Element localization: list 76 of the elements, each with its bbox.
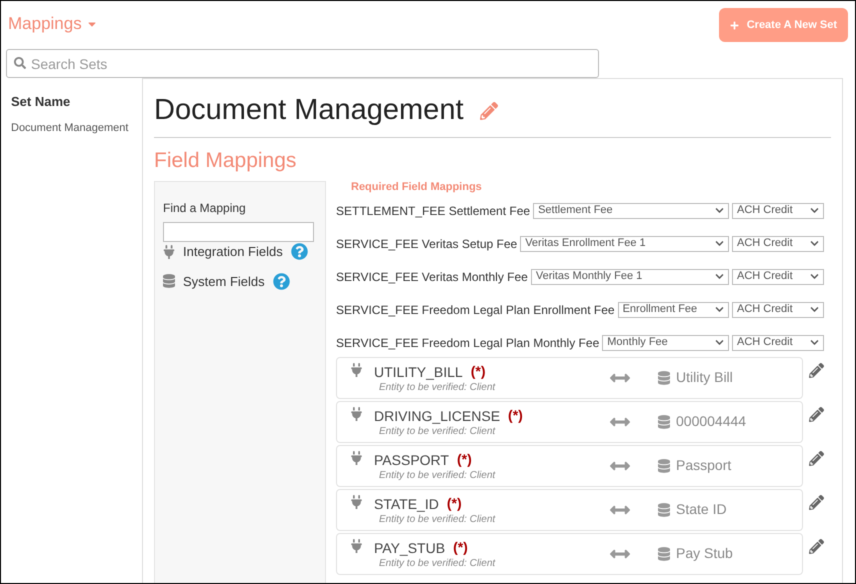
entity-note: Entity to be verified: Client [379, 514, 496, 526]
database-icon [658, 458, 670, 472]
chevron-icon [715, 338, 724, 347]
chevron-icon [810, 206, 819, 215]
required-mark: (*) [453, 538, 468, 557]
dropdown[interactable]: Veritas Enrollment Fee 1 [520, 236, 729, 252]
field-name: PAY_STUB [374, 538, 446, 556]
search-icon [14, 57, 26, 69]
dropdown[interactable]: ACH Credit [732, 268, 824, 284]
chevron-icon [810, 305, 819, 314]
dropdown[interactable]: Veritas Monthly Fee 1 [530, 268, 729, 284]
legend-label: System Fields [183, 272, 265, 291]
chevron-icon [715, 272, 724, 281]
plug-icon [351, 363, 362, 377]
target-field: Utility Bill [676, 367, 733, 388]
entity-note: Entity to be verified: Client [379, 382, 496, 394]
chevron-icon [810, 239, 819, 248]
search-field[interactable]: Search Sets [6, 49, 599, 78]
required-mark: (*) [508, 406, 523, 425]
dropdown[interactable]: ACH Credit [732, 334, 824, 350]
target-field: 000004444 [676, 411, 746, 432]
database-icon [658, 546, 670, 560]
fee-label: SERVICE_FEE Veritas Monthly Fee [336, 268, 528, 286]
help-icon[interactable] [272, 272, 290, 290]
plug-icon [351, 407, 362, 421]
target-field: State ID [676, 499, 727, 520]
target-field: Passport [676, 455, 732, 476]
fee-label: SETTLEMENT_FEE Settlement Fee [336, 202, 530, 220]
help-icon[interactable] [290, 243, 308, 260]
target-field: Pay Stub [676, 543, 733, 564]
plug-icon [351, 495, 362, 509]
edit-icon[interactable] [809, 362, 824, 378]
fee-label: SERVICE_FEE Veritas Setup Fee [336, 236, 518, 252]
legend-label: Integration Fields [183, 243, 283, 261]
plug-icon [351, 539, 362, 553]
dropdown[interactable]: ACH Credit [732, 302, 824, 318]
sidebar-item[interactable]: Document Management [11, 120, 142, 136]
edit-icon[interactable] [809, 538, 824, 554]
find-label: Find a Mapping [163, 200, 247, 217]
dropdown[interactable]: ACH Credit [732, 202, 824, 218]
required-mark: (*) [456, 450, 472, 469]
database-icon [163, 274, 175, 288]
set-title: Document Management [154, 93, 464, 128]
chevron-icon [715, 305, 724, 314]
entity-note: Entity to be verified: Client [379, 426, 496, 438]
section-title: Field Mappings [154, 148, 298, 174]
edit-icon[interactable] [809, 406, 824, 422]
field-name: UTILITY_BILL [374, 362, 463, 380]
edit-icon[interactable] [809, 494, 824, 510]
chevron-icon [810, 272, 819, 281]
dropdown[interactable]: Enrollment Fee [618, 302, 729, 318]
database-icon [658, 414, 670, 428]
chevron-icon [715, 239, 724, 248]
entity-note: Entity to be verified: Client [379, 558, 496, 570]
plus-icon [730, 20, 739, 30]
required-mark: (*) [446, 494, 462, 513]
required-mark: (*) [470, 362, 486, 381]
find-field[interactable] [163, 222, 314, 242]
plug-icon [351, 451, 362, 465]
dropdown[interactable]: Monthly Fee [602, 334, 729, 350]
fee-label: SERVICE_FEE Freedom Legal Plan Enrollment Fee [336, 302, 615, 318]
dropdown[interactable]: Settlement Fee [533, 202, 729, 218]
required-title: Required Field Mappings [350, 180, 483, 195]
chevron-icon [810, 338, 819, 347]
fee-label: SERVICE_FEE Freedom Legal Plan Monthly Fee [336, 334, 600, 352]
field-name: STATE_ID [374, 494, 439, 512]
sidebar-heading: Set Name [11, 93, 72, 111]
database-icon [658, 502, 670, 516]
field-name: PASSPORT [374, 450, 449, 468]
entity-note: Entity to be verified: Client [379, 470, 496, 482]
field-name: DRIVING_LICENSE [374, 406, 500, 424]
plug-icon [163, 244, 175, 259]
database-icon [658, 370, 670, 384]
chevron-icon [715, 206, 724, 215]
dropdown[interactable]: ACH Credit [732, 236, 824, 252]
edit-icon[interactable] [809, 450, 824, 466]
